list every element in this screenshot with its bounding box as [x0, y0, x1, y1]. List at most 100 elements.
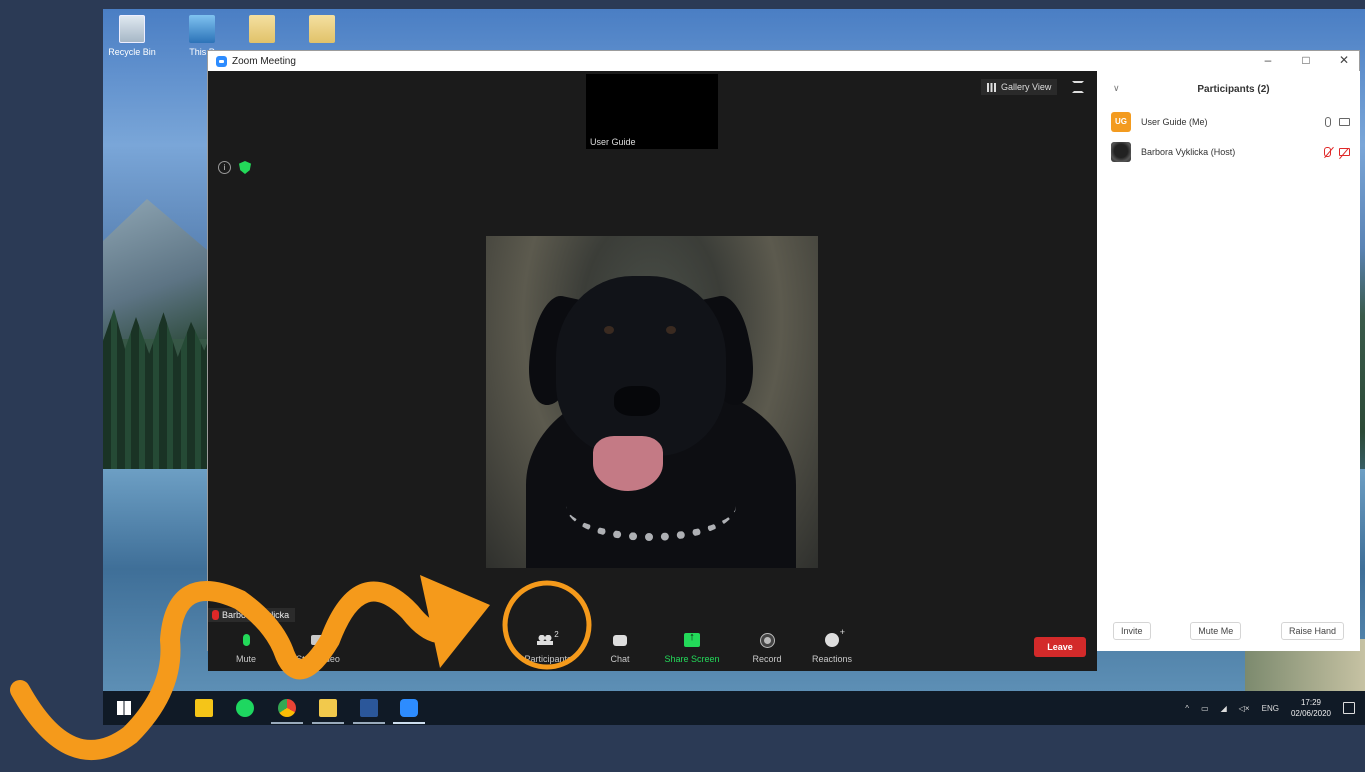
gallery-view-button[interactable]: Gallery View	[981, 79, 1058, 95]
chat-label: Chat	[610, 654, 630, 664]
desktop-icon-document[interactable]	[293, 11, 351, 47]
desktop-icon-folder[interactable]	[233, 11, 291, 47]
avatar	[1111, 142, 1131, 162]
gallery-view-label: Gallery View	[1001, 82, 1052, 92]
speaker-name: Barbora Vyklicka	[222, 610, 290, 620]
mic-muted-icon	[1324, 147, 1331, 157]
desktop-icon-label: Recycle Bin	[108, 47, 156, 57]
info-icon[interactable]: i	[218, 161, 231, 174]
wallpaper-mountain	[103, 199, 213, 339]
word-icon[interactable]	[360, 699, 378, 717]
reactions-icon	[825, 627, 845, 647]
document-icon	[309, 15, 335, 43]
active-app-indicator	[353, 722, 385, 724]
raise-hand-button[interactable]: Raise Hand	[1280, 622, 1344, 640]
close-button[interactable]: ✕	[1337, 53, 1351, 67]
fullscreen-icon[interactable]	[1072, 81, 1084, 93]
participants-icon	[537, 635, 554, 645]
share-screen-icon	[684, 631, 700, 647]
camera-icon	[311, 635, 325, 645]
participant-row[interactable]: Barbora Vyklicka (Host)	[1097, 137, 1360, 167]
folder-icon	[249, 15, 275, 43]
active-app-indicator	[393, 722, 425, 724]
record-icon	[760, 633, 774, 647]
panel-footer: Invite Mute Me Raise Hand	[1097, 611, 1360, 651]
audio-options-caret[interactable]: ^	[268, 634, 272, 643]
participants-panel: ∨ Participants (2) UG User Guide (Me) Ba…	[1097, 71, 1360, 651]
video-area: User Guide i Gallery View Barbora Vyklic…	[208, 71, 1097, 671]
battery-icon[interactable]: ▭	[1201, 704, 1209, 713]
language-indicator[interactable]: ENG	[1262, 704, 1279, 713]
clock[interactable]: 17:29 02/06/2020	[1291, 697, 1331, 719]
active-speaker-video	[486, 236, 818, 568]
security-shield-icon[interactable]	[239, 161, 251, 174]
panel-title: Participants (2)	[1197, 84, 1270, 95]
file-explorer-icon[interactable]	[319, 699, 337, 717]
share-screen-label: Share Screen	[664, 654, 720, 664]
notifications-icon[interactable]	[1343, 702, 1355, 714]
mic-muted-icon	[212, 610, 219, 620]
chrome-icon[interactable]	[278, 699, 296, 717]
maximize-button[interactable]: □	[1299, 53, 1313, 67]
participant-name: Barbora Vyklicka (Host)	[1141, 147, 1236, 157]
invite-button[interactable]: Invite	[1113, 622, 1151, 640]
desktop-icon-recycle-bin[interactable]: Recycle Bin	[103, 11, 161, 57]
meeting-info-icons: i	[218, 161, 251, 174]
minimize-button[interactable]: –	[1261, 53, 1275, 67]
chevron-up-icon[interactable]: ^	[1185, 704, 1189, 713]
mute-button[interactable]: Mute	[226, 630, 266, 664]
recycle-bin-icon	[119, 15, 145, 43]
grid-icon	[987, 82, 997, 92]
participant-name: User Guide (Me)	[1141, 117, 1208, 127]
camera-off-icon	[1339, 148, 1350, 156]
stop-video-label: Stop Video	[296, 654, 340, 664]
mute-me-button[interactable]: Mute Me	[1190, 622, 1242, 640]
system-tray: ^ ▭ ◢ ◁× ENG 17:29 02/06/2020	[1185, 697, 1355, 719]
microphone-icon	[1325, 117, 1331, 127]
share-screen-button[interactable]: Share Screen	[660, 630, 724, 664]
participant-row[interactable]: UG User Guide (Me)	[1097, 107, 1360, 137]
taskbar: ^ ▭ ◢ ◁× ENG 17:29 02/06/2020	[103, 691, 1365, 725]
record-label: Record	[752, 654, 782, 664]
participants-label: Participants	[524, 654, 572, 664]
panel-header: ∨ Participants (2)	[1097, 71, 1360, 107]
participants-button[interactable]: 2 Participants	[518, 630, 578, 664]
camera-icon	[1339, 118, 1350, 126]
participant-status-icons	[1325, 117, 1350, 127]
participant-status-icons	[1324, 147, 1350, 157]
dog-eye	[666, 326, 676, 334]
avatar: UG	[1111, 112, 1131, 132]
dog-collar	[566, 471, 736, 541]
speaker-name-tag: Barbora Vyklicka	[208, 608, 296, 622]
window-controls: – □ ✕	[1261, 53, 1351, 67]
windows-start-icon[interactable]	[117, 701, 131, 715]
sticky-notes-icon[interactable]	[195, 699, 213, 717]
wifi-icon[interactable]: ◢	[1221, 704, 1227, 713]
record-button[interactable]: Record	[745, 630, 789, 664]
reactions-label: Reactions	[811, 654, 853, 664]
volume-muted-icon[interactable]: ◁×	[1239, 704, 1250, 713]
zoom-meeting-window: Zoom Meeting – □ ✕ User Guide i Gallery …	[207, 50, 1360, 671]
window-titlebar: Zoom Meeting – □ ✕	[208, 51, 1359, 71]
dog-nose	[614, 386, 660, 416]
chat-button[interactable]: Chat	[600, 630, 640, 664]
thumbnail-name: User Guide	[590, 137, 636, 147]
dog-head	[556, 276, 726, 456]
mute-label: Mute	[235, 654, 256, 664]
zoom-logo-icon	[216, 55, 227, 67]
clock-time: 17:29	[1300, 698, 1321, 707]
spotify-icon[interactable]	[236, 699, 254, 717]
stop-video-button[interactable]: Stop Video	[288, 630, 348, 664]
meeting-toolbar: Mute ^ Stop Video 2 Participants Chat Sh	[208, 626, 1097, 671]
leave-button[interactable]: Leave	[1034, 637, 1086, 657]
computer-icon	[189, 15, 215, 43]
zoom-app-icon[interactable]	[400, 699, 418, 717]
active-app-indicator	[271, 722, 303, 724]
reactions-button[interactable]: Reactions	[806, 627, 858, 664]
clock-date: 02/06/2020	[1290, 709, 1331, 718]
self-video-thumbnail[interactable]: User Guide	[586, 74, 718, 149]
chat-icon	[613, 634, 627, 646]
dog-eye	[604, 326, 614, 334]
active-app-indicator	[312, 722, 344, 724]
microphone-icon	[242, 634, 250, 646]
